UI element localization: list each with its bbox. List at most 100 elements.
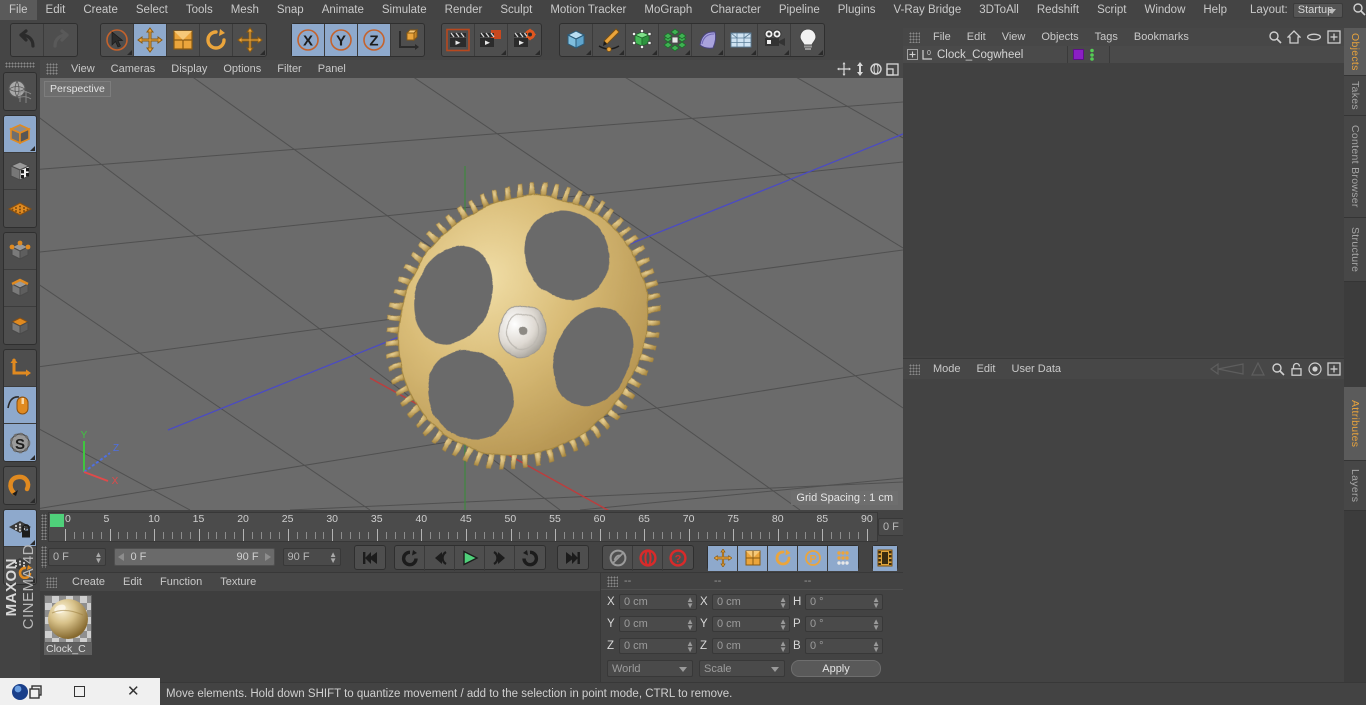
target-icon[interactable] bbox=[1308, 362, 1322, 379]
spinner-icon[interactable]: ▲▼ bbox=[872, 596, 880, 610]
timeline-grip[interactable] bbox=[41, 514, 47, 540]
object-manager-grip[interactable] bbox=[909, 31, 920, 43]
axis-move-button[interactable] bbox=[233, 24, 266, 56]
menu-item-mograph[interactable]: MoGraph bbox=[635, 0, 701, 20]
viewport-menu-cameras[interactable]: Cameras bbox=[103, 63, 164, 75]
add-scene-object-button[interactable] bbox=[692, 24, 725, 56]
points-mode-button[interactable] bbox=[4, 233, 36, 270]
menu-item-simulate[interactable]: Simulate bbox=[373, 0, 436, 20]
layout-dropdown[interactable]: Startup bbox=[1292, 2, 1343, 18]
attribute-manager-grip[interactable] bbox=[909, 363, 920, 375]
coordinates-grip[interactable] bbox=[607, 575, 618, 587]
add-generator-button[interactable] bbox=[626, 24, 659, 56]
position-field[interactable]: 0 cm ▲ ▼ bbox=[619, 616, 697, 632]
add-spline-button[interactable] bbox=[593, 24, 626, 56]
menu-item-window[interactable]: Window bbox=[1135, 0, 1194, 20]
make-editable-button[interactable] bbox=[4, 73, 36, 110]
spinner-icon[interactable]: ▲▼ bbox=[779, 596, 787, 610]
rotation-field[interactable]: 0 ° ▲ ▼ bbox=[805, 594, 883, 610]
key-pla-button[interactable]: P bbox=[798, 545, 829, 571]
coord-system-dropdown[interactable]: World bbox=[607, 660, 693, 677]
object-menu-tags[interactable]: Tags bbox=[1087, 31, 1126, 43]
material-tag-icon[interactable] bbox=[1073, 49, 1084, 60]
key-parameter-button[interactable] bbox=[828, 545, 859, 571]
menu-item-edit[interactable]: Edit bbox=[37, 0, 75, 20]
position-field[interactable]: 0 cm ▲ ▼ bbox=[619, 638, 697, 654]
up-nav-icon[interactable] bbox=[1250, 361, 1266, 379]
scale-tool-button[interactable] bbox=[167, 24, 200, 56]
attribute-menu-mode[interactable]: Mode bbox=[925, 363, 969, 375]
add-light-button[interactable] bbox=[791, 24, 824, 56]
key-position-button[interactable] bbox=[708, 545, 739, 571]
object-menu-view[interactable]: View bbox=[994, 31, 1034, 43]
record-active-button[interactable] bbox=[633, 545, 664, 571]
object-menu-bookmarks[interactable]: Bookmarks bbox=[1126, 31, 1197, 43]
menu-item-help[interactable]: Help bbox=[1194, 0, 1236, 20]
live-selection-button[interactable] bbox=[101, 24, 134, 56]
tab-takes[interactable]: Takes bbox=[1344, 76, 1366, 116]
menu-item-plugins[interactable]: Plugins bbox=[829, 0, 885, 20]
position-field[interactable]: 0 cm ▲ ▼ bbox=[619, 594, 697, 610]
world-object-coords-button[interactable] bbox=[391, 24, 424, 56]
menu-item-sculpt[interactable]: Sculpt bbox=[491, 0, 541, 20]
apply-button[interactable]: Apply bbox=[791, 660, 881, 677]
key-rotation-button[interactable] bbox=[768, 545, 799, 571]
menu-item-tools[interactable]: Tools bbox=[177, 0, 222, 20]
play-button[interactable] bbox=[455, 545, 486, 571]
menu-item-render[interactable]: Render bbox=[436, 0, 492, 20]
spinner-icon[interactable]: ▲▼ bbox=[95, 551, 103, 565]
search-icon[interactable] bbox=[1352, 2, 1366, 19]
menu-item-3dtoall[interactable]: 3DToAll bbox=[970, 0, 1028, 20]
tab-objects[interactable]: Objects bbox=[1344, 28, 1366, 76]
palette-grip[interactable] bbox=[5, 62, 35, 68]
material-menu-texture[interactable]: Texture bbox=[211, 576, 265, 588]
spinner-icon[interactable]: ▲▼ bbox=[872, 618, 880, 632]
step-forward-button[interactable] bbox=[485, 545, 516, 571]
spinner-icon[interactable]: ▲▼ bbox=[872, 640, 880, 654]
play-forward-loop-button[interactable] bbox=[515, 546, 545, 571]
timeline-toggle-button[interactable] bbox=[873, 545, 898, 571]
undo-button[interactable] bbox=[11, 24, 44, 56]
enable-axis-button[interactable] bbox=[4, 350, 36, 387]
object-name-cell[interactable]: 0 Clock_Cogwheel bbox=[903, 46, 1068, 63]
rotation-field[interactable]: 0 ° ▲ ▼ bbox=[805, 616, 883, 632]
menu-item-redshift[interactable]: Redshift bbox=[1028, 0, 1088, 20]
preview-range-slider[interactable]: 0 F 90 F bbox=[114, 548, 275, 566]
spinner-icon[interactable]: ▲▼ bbox=[779, 618, 787, 632]
viewport-menu-filter[interactable]: Filter bbox=[269, 63, 309, 75]
redo-button[interactable] bbox=[44, 24, 77, 56]
menu-item-create[interactable]: Create bbox=[74, 0, 127, 20]
search-icon[interactable] bbox=[1271, 362, 1285, 379]
menu-item-pipeline[interactable]: Pipeline bbox=[770, 0, 829, 20]
material-list[interactable]: Clock_C bbox=[40, 591, 600, 683]
object-tree[interactable]: 0 Clock_Cogwheel bbox=[903, 46, 1344, 356]
transform-mode-dropdown[interactable]: Scale bbox=[699, 660, 785, 677]
material-item[interactable]: Clock_C bbox=[44, 595, 92, 655]
ellipse-icon[interactable] bbox=[1306, 31, 1322, 46]
menu-item-script[interactable]: Script bbox=[1088, 0, 1135, 20]
soft-selection-button[interactable]: S bbox=[4, 424, 36, 461]
menu-item-v-ray-bridge[interactable]: V-Ray Bridge bbox=[884, 0, 970, 20]
object-tags-cell[interactable] bbox=[1068, 46, 1110, 63]
play-reverse-loop-button[interactable] bbox=[395, 545, 426, 571]
tab-structure[interactable]: Structure bbox=[1344, 218, 1366, 282]
add-deformer-button[interactable] bbox=[659, 24, 692, 56]
add-cube-button[interactable] bbox=[560, 24, 593, 56]
lock-y-button[interactable]: Y bbox=[325, 24, 358, 56]
viewport-grip[interactable] bbox=[46, 63, 58, 75]
orbit-icon[interactable] bbox=[869, 62, 883, 79]
rotate-tool-button[interactable] bbox=[200, 24, 233, 56]
material-menu-create[interactable]: Create bbox=[63, 576, 114, 588]
object-menu-objects[interactable]: Objects bbox=[1033, 31, 1086, 43]
material-menu-function[interactable]: Function bbox=[151, 576, 211, 588]
material-preview[interactable] bbox=[44, 595, 92, 643]
home-icon[interactable] bbox=[1286, 30, 1302, 47]
polygons-mode-button[interactable] bbox=[4, 307, 36, 344]
lock-icon[interactable] bbox=[1290, 362, 1303, 379]
edges-mode-button[interactable] bbox=[4, 270, 36, 307]
viewport-menu-display[interactable]: Display bbox=[163, 63, 215, 75]
add-environment-button[interactable] bbox=[725, 24, 758, 56]
viewport-menu-view[interactable]: View bbox=[63, 63, 103, 75]
move-tool-button[interactable] bbox=[134, 24, 167, 56]
menu-item-select[interactable]: Select bbox=[127, 0, 177, 20]
